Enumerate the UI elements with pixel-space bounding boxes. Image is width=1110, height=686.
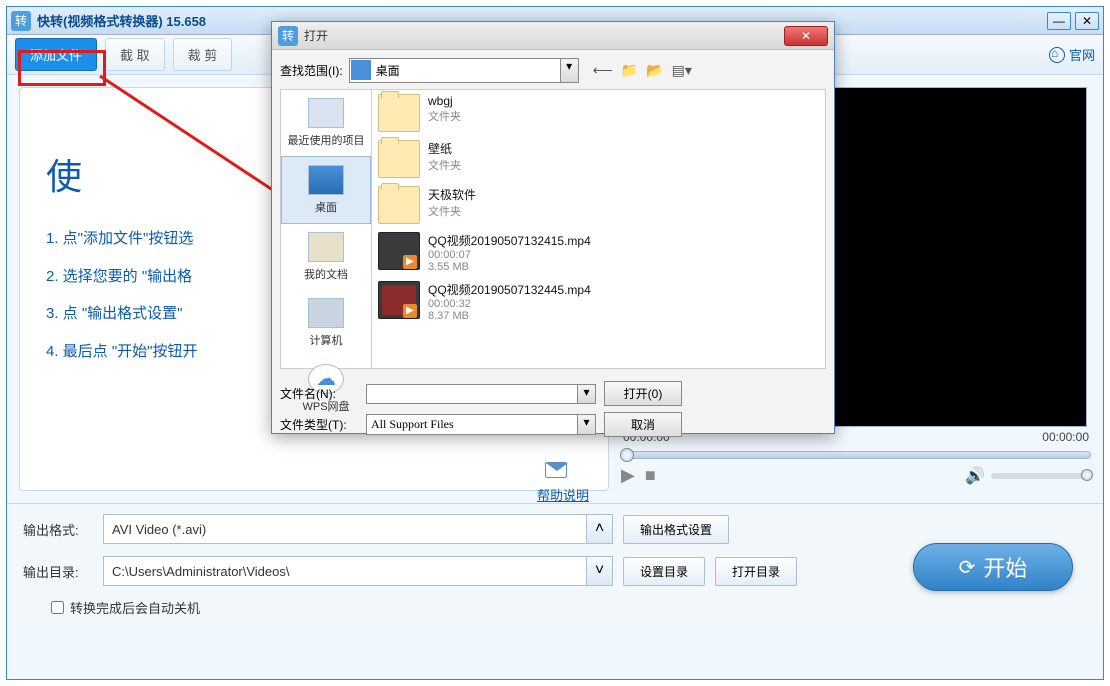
folder-icon	[378, 140, 420, 178]
sidebar-recent[interactable]: 最近使用的项目	[281, 90, 371, 156]
filetype-value: All Support Files	[367, 415, 577, 434]
filename-combo[interactable]: ▾	[366, 384, 596, 404]
home-icon	[1049, 47, 1065, 63]
capture-button[interactable]: 截 取	[105, 38, 165, 71]
sidebar-computer[interactable]: 计算机	[281, 290, 371, 356]
output-dir-dropdown[interactable]: ˅	[587, 556, 613, 586]
sidebar-documents[interactable]: 我的文档	[281, 224, 371, 290]
file-item-folder[interactable]: 壁纸文件夹	[372, 136, 825, 182]
start-button-label: 开始	[983, 551, 1027, 583]
output-format-dropdown[interactable]: ˄	[587, 514, 613, 544]
folder-icon	[378, 186, 420, 224]
lookin-value: 桌面	[372, 59, 560, 82]
output-dir-input[interactable]	[103, 556, 587, 586]
file-item-folder[interactable]: wbgj文件夹	[372, 90, 825, 136]
filetype-label: 文件类型(T):	[280, 416, 358, 433]
output-dir-label: 输出目录:	[23, 562, 93, 581]
filename-input[interactable]	[367, 385, 577, 403]
set-dir-button[interactable]: 设置目录	[623, 557, 705, 586]
open-dialog: 转 打开 ✕ 查找范围(I): 桌面 ▾ ⟵ 📁 📂 ▤▾ 最近使用的项目 桌面…	[271, 21, 835, 434]
mail-icon	[545, 462, 567, 478]
up-icon[interactable]: 📁	[621, 62, 638, 79]
autoclose-input[interactable]	[51, 601, 64, 614]
time-total: 00:00:00	[1042, 430, 1089, 444]
desktop-icon	[351, 60, 371, 80]
play-button[interactable]: ▶	[621, 465, 635, 486]
desktop-place-icon	[308, 165, 344, 195]
dialog-app-icon: 转	[278, 26, 298, 46]
lookin-label: 查找范围(I):	[280, 62, 343, 79]
file-item-folder[interactable]: 天极软件文件夹	[372, 182, 825, 228]
seek-thumb[interactable]	[620, 448, 634, 462]
autoclose-checkbox[interactable]: 转换完成后会自动关机	[51, 598, 1087, 617]
dialog-close-button[interactable]: ✕	[784, 26, 828, 46]
new-folder-icon[interactable]: 📂	[646, 62, 663, 79]
add-file-button[interactable]: 添加文件	[15, 38, 97, 71]
close-button[interactable]: ✕	[1075, 12, 1099, 30]
filetype-combo[interactable]: All Support Files▾	[366, 414, 596, 435]
file-item-video[interactable]: QQ视频20190507132445.mp400:00:328.37 MB	[372, 277, 825, 326]
minimize-button[interactable]: —	[1047, 12, 1071, 30]
open-dir-button[interactable]: 打开目录	[715, 557, 797, 586]
folder-icon	[378, 94, 420, 132]
chevron-down-icon[interactable]: ▾	[577, 415, 595, 434]
file-list[interactable]: wbgj文件夹 壁纸文件夹 天极软件文件夹 QQ视频20190507132415…	[372, 89, 826, 369]
cut-button[interactable]: 裁 剪	[173, 38, 233, 71]
computer-icon	[308, 298, 344, 328]
start-button[interactable]: ⟳ 开始	[913, 543, 1073, 591]
volume-icon[interactable]: 🔊	[965, 466, 985, 486]
volume-bar[interactable]	[991, 473, 1091, 479]
official-site-label: 官网	[1069, 45, 1095, 64]
file-item-video[interactable]: QQ视频20190507132415.mp400:00:073.55 MB	[372, 228, 825, 277]
recent-icon	[308, 98, 344, 128]
app-icon: 转	[11, 11, 31, 31]
help-link[interactable]: 帮助说明	[537, 485, 589, 504]
stop-button[interactable]: ■	[645, 465, 656, 486]
back-icon[interactable]: ⟵	[593, 62, 613, 79]
dialog-titlebar: 转 打开 ✕	[272, 22, 834, 50]
refresh-icon: ⟳	[959, 555, 976, 580]
dialog-title: 打开	[304, 27, 784, 44]
dialog-open-button[interactable]: 打开(0)	[604, 381, 682, 406]
lookin-dropdown[interactable]: 桌面 ▾	[349, 58, 579, 83]
sidebar-desktop[interactable]: 桌面	[281, 156, 371, 224]
video-file-icon	[378, 281, 420, 319]
seek-bar[interactable]	[621, 451, 1091, 459]
filename-label: 文件名(N):	[280, 385, 358, 402]
chevron-down-icon[interactable]: ▾	[560, 59, 578, 82]
dialog-cancel-button[interactable]: 取消	[604, 412, 682, 437]
view-menu-icon[interactable]: ▤▾	[672, 62, 692, 79]
autoclose-label: 转换完成后会自动关机	[70, 598, 200, 617]
volume-thumb[interactable]	[1081, 469, 1093, 481]
output-format-label: 输出格式:	[23, 520, 93, 539]
chevron-down-icon[interactable]: ▾	[577, 385, 595, 403]
video-file-icon	[378, 232, 420, 270]
places-sidebar: 最近使用的项目 桌面 我的文档 计算机 ☁WPS网盘	[280, 89, 372, 369]
output-format-settings-button[interactable]: 输出格式设置	[623, 515, 729, 544]
documents-icon	[308, 232, 344, 262]
official-site-link[interactable]: 官网	[1049, 45, 1095, 64]
output-format-input[interactable]	[103, 514, 587, 544]
